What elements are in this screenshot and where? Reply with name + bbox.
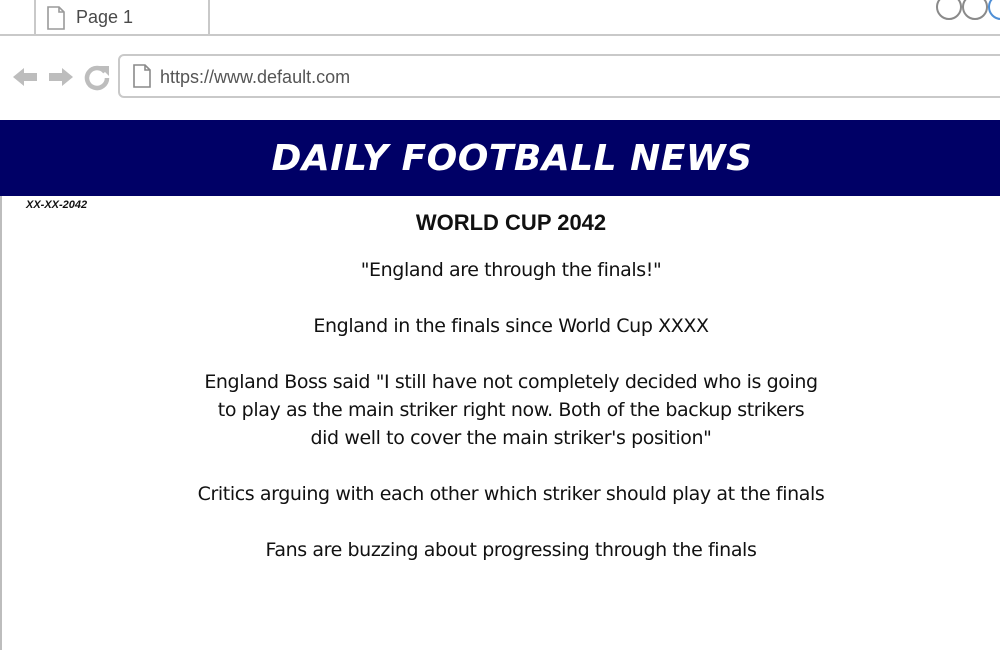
tab-label: Page 1 bbox=[76, 7, 134, 27]
maximize-circle-icon[interactable] bbox=[962, 0, 988, 20]
tab-bar: Page 1 bbox=[0, 0, 1000, 36]
article-paragraph: "England are through the finals!" bbox=[360, 259, 662, 281]
navigation-bar: https://www.default.com bbox=[0, 36, 1000, 120]
page-icon bbox=[46, 6, 66, 30]
window-controls bbox=[928, 0, 1000, 20]
close-circle-icon[interactable] bbox=[988, 0, 1000, 20]
article-body: WORLD CUP 2042 "England are through the … bbox=[0, 208, 1000, 592]
article-paragraph: England in the finals since World Cup XX… bbox=[313, 315, 709, 337]
minimize-circle-icon[interactable] bbox=[936, 0, 962, 20]
article-headline: WORLD CUP 2042 bbox=[415, 210, 607, 235]
article-paragraph: Critics arguing with each other which st… bbox=[197, 483, 825, 505]
article-paragraph: England Boss said "I still have not comp… bbox=[204, 371, 818, 449]
site-banner: DAILY FOOTBALL NEWS bbox=[0, 120, 1000, 196]
browser-tab[interactable]: Page 1 bbox=[34, 0, 210, 36]
article-paragraph: Fans are buzzing about progressing throu… bbox=[265, 539, 757, 561]
reload-icon[interactable] bbox=[82, 62, 112, 92]
page-icon bbox=[132, 64, 152, 88]
address-bar[interactable]: https://www.default.com bbox=[118, 54, 1000, 98]
url-text: https://www.default.com bbox=[160, 67, 351, 87]
site-title: DAILY FOOTBALL NEWS bbox=[271, 137, 753, 179]
forward-arrow-icon[interactable] bbox=[46, 62, 76, 92]
back-arrow-icon[interactable] bbox=[10, 62, 40, 92]
